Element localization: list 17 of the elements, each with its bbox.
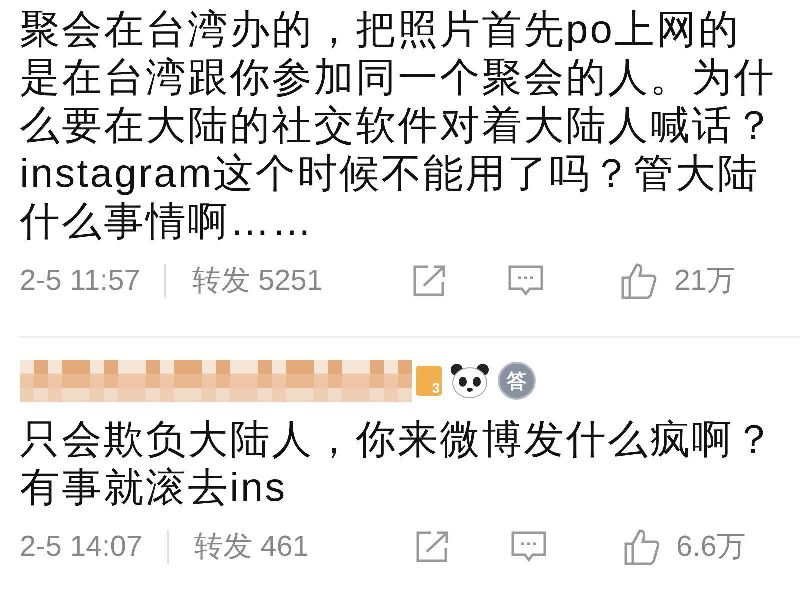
- timestamp: 2-5 11:57: [20, 264, 140, 298]
- like-count: 6.6万: [676, 530, 746, 565]
- level-badge: 3: [416, 366, 442, 396]
- like-count: 21万: [674, 264, 736, 299]
- comment-icon[interactable]: [508, 264, 544, 298]
- timestamp: 2-5 14:07: [20, 530, 143, 564]
- share-icon[interactable]: [414, 530, 451, 564]
- comment-icon[interactable]: [510, 530, 547, 564]
- thumbs-up-icon[interactable]: [622, 528, 661, 566]
- panda-icon: [450, 363, 490, 399]
- repost-count: 转发 461: [194, 530, 310, 565]
- repost-count: 转发 5251: [192, 264, 324, 299]
- comment-text: 只会欺负大陆人，你来微博发什么疯啊？有事就滚去ins: [20, 417, 777, 512]
- thumbs-up-icon[interactable]: [620, 262, 658, 300]
- comment-text: 聚会在台湾办的，把照片首先po上网的是在台湾跟你参加同一个聚会的人。为什么要在大陆的社交软件对着大陆人喊话？instagram这个时候不能用了吗？管大陆什么事情啊……: [20, 7, 777, 246]
- share-icon[interactable]: [412, 264, 448, 298]
- medal-badge: 答: [498, 362, 536, 400]
